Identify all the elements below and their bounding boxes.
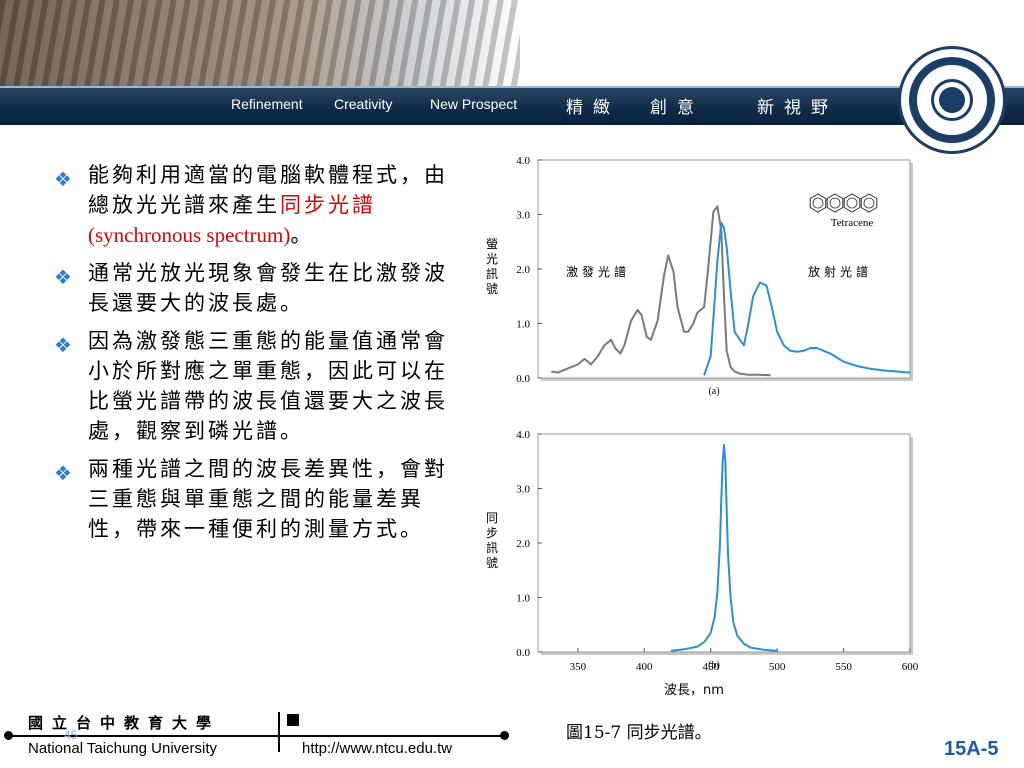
bullet-text: 兩種光譜之間的波長差異性，會對三重態與單重態之間的能量差異性，帶來一種便利的測量… <box>88 457 448 541</box>
y-axis-label-char: 螢 <box>486 237 498 251</box>
panel-frame <box>537 433 911 653</box>
bullet-item: ❖ 兩種光譜之間的波長差異性，會對三重態與單重態之間的能量差異性，帶來一種便利的… <box>52 454 450 544</box>
diamond-bullet-icon: ❖ <box>54 167 72 191</box>
spectrum-charts-svg: 0.01.02.03.04.0螢光訊號(a)激發光譜 放射光譜Tetracene0… <box>486 155 919 698</box>
bullet-highlight-latin: (synchronous spectrum) <box>88 223 291 247</box>
header-banner: Refinement Creativity New Prospect 精緻 創意… <box>0 0 1024 125</box>
y-axis-label-char: 光 <box>486 252 498 266</box>
slogan-creativity: Creativity <box>334 96 393 112</box>
y-axis-label-char: 步 <box>486 526 498 540</box>
panel-label: (b) <box>708 660 720 671</box>
diamond-bullet-icon: ❖ <box>54 333 72 357</box>
x-tick-label: 600 <box>902 661 919 673</box>
footer-divider <box>278 712 280 752</box>
bullet-highlight-term: 同步光譜 <box>280 193 376 217</box>
bullet-text-end: 。 <box>290 223 315 247</box>
slogan-cn-3: 新視野 <box>757 98 838 118</box>
slogan-cn-2: 創意 <box>650 98 704 118</box>
y-axis-label-char: 訊 <box>486 540 498 555</box>
y-tick-label: 3.0 <box>516 210 530 222</box>
y-axis-label-char: 同 <box>486 511 498 525</box>
bullet-item: ❖ 因為激發態三重態的能量值通常會小於所對應之單重態，因此可以在比螢光譜帶的波長… <box>52 326 450 446</box>
x-tick-label: 350 <box>570 661 587 673</box>
spectrum-figure: 0.0 1.0 2.0 3.0 4.0 螢光訊號 (a) 激發光譜 放射光譜 Tetracene 0… <box>474 146 920 706</box>
x-tick-label: 550 <box>835 661 852 673</box>
y-tick-label: 0.0 <box>516 373 530 385</box>
y-tick-label: 1.0 <box>516 593 530 605</box>
footer-school-cn: 國立台中教育大學 <box>28 714 221 732</box>
footer-url[interactable]: http://www.ntcu.edu.tw <box>302 740 452 757</box>
bullet-text: 能夠利用適當的電腦軟體程式，由總放光光譜來產生 <box>88 163 448 217</box>
footer-school-en: National Taichung University <box>28 740 217 757</box>
y-tick-label: 3.0 <box>516 484 530 496</box>
header-photo <box>0 0 520 88</box>
y-axis-label-char: 號 <box>486 556 498 570</box>
footer-rule-dot-left <box>4 731 13 740</box>
footer-rule <box>8 735 508 737</box>
footer-rule-dot-right <box>500 731 509 740</box>
bullet-list: ❖ 能夠利用適當的電腦軟體程式，由總放光光譜來產生同步光譜 (synchronou… <box>52 160 450 552</box>
y-tick-label: 1.0 <box>516 319 530 331</box>
annotation-excitation: 激發光譜 <box>566 264 630 279</box>
y-tick-label: 2.0 <box>516 264 530 276</box>
bullet-item: ❖ 能夠利用適當的電腦軟體程式，由總放光光譜來產生同步光譜 (synchronou… <box>52 160 450 250</box>
slogan-cn-1: 精緻 <box>566 98 620 118</box>
slide-id: 15A-5 <box>944 738 999 760</box>
bullet-item: ❖ 通常光放光現象會發生在比激發波長還要大的波長處。 <box>52 258 450 318</box>
molecule-label: Tetracene <box>831 217 874 229</box>
footer-square-icon <box>287 714 299 726</box>
x-tick-label: 500 <box>769 661 786 673</box>
diamond-bullet-icon: ❖ <box>54 265 72 289</box>
y-tick-label: 2.0 <box>516 538 530 550</box>
y-axis-label-char: 訊 <box>486 266 498 281</box>
y-tick-label: 4.0 <box>516 429 530 441</box>
bullet-text: 通常光放光現象會發生在比激發波長還要大的波長處。 <box>88 261 448 315</box>
diamond-bullet-icon: ❖ <box>54 461 72 485</box>
panel-label: (a) <box>708 386 719 397</box>
x-tick-label: 400 <box>636 661 653 673</box>
annotation-emission: 放射光譜 <box>808 264 872 279</box>
slogan-new-prospect: New Prospect <box>430 96 518 112</box>
figure-caption: 圖15-7 同步光譜。 <box>566 723 712 743</box>
bullet-text: 因為激發態三重態的能量值通常會小於所對應之單重態，因此可以在比螢光譜帶的波長值還… <box>88 329 448 443</box>
slogan-refinement: Refinement <box>231 96 303 112</box>
y-tick-label: 0.0 <box>516 647 530 659</box>
x-axis-label: 波長，nm <box>664 683 724 698</box>
university-seal-logo <box>898 46 1006 154</box>
y-tick-label: 4.0 <box>516 155 530 167</box>
y-axis-label-char: 號 <box>486 282 498 296</box>
